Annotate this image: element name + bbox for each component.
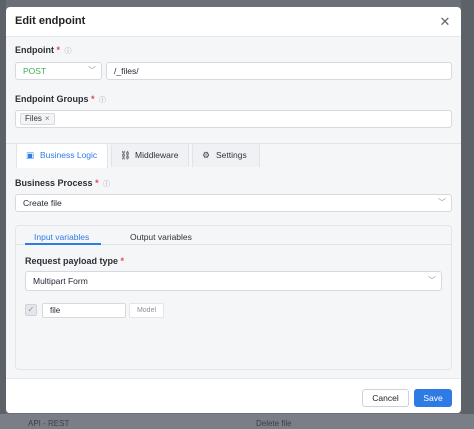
backdrop-list-row: API - REST Delete file: [0, 414, 474, 429]
method-value: POST: [23, 66, 47, 76]
payload-type-value: Multipart Form: [33, 276, 88, 286]
modal-footer: Cancel Save: [6, 378, 461, 413]
tab-label: Middleware: [135, 150, 179, 160]
subtab-input-variables[interactable]: Input variables: [34, 232, 89, 242]
subtab-active-indicator: [25, 243, 101, 245]
link-icon: ⛓: [120, 150, 131, 160]
cancel-button[interactable]: Cancel: [362, 389, 409, 407]
required-marker: *: [56, 45, 61, 55]
play-square-icon: ▣: [25, 150, 35, 160]
model-button[interactable]: Model: [129, 303, 164, 318]
help-icon: ⓘ: [103, 181, 111, 188]
gear-icon: ⚙: [202, 150, 210, 160]
tab-settings[interactable]: ⚙ Settings: [192, 143, 260, 167]
tab-business-logic[interactable]: ▣ Business Logic: [16, 143, 108, 168]
payload-type-label: Request payload type *: [25, 256, 124, 266]
help-icon: ⓘ: [99, 97, 107, 104]
tab-label: Business Logic: [40, 150, 98, 160]
required-marker: *: [95, 178, 99, 188]
backdrop-api-label: API - REST: [28, 419, 70, 428]
endpoint-groups-label: Endpoint Groups * ⓘ: [15, 94, 106, 105]
variable-checkbox[interactable]: ✓: [25, 304, 37, 316]
variables-card: [15, 225, 452, 370]
edit-endpoint-modal: Edit endpoint ✕ Endpoint * ⓘ POST ﹀ /_fi…: [6, 7, 461, 413]
endpoint-label-text: Endpoint: [15, 45, 54, 55]
backdrop-right: [461, 0, 474, 429]
business-process-label: Business Process * ⓘ: [15, 178, 110, 189]
variable-name-input[interactable]: file: [42, 303, 126, 318]
tab-middleware[interactable]: ⛓ Middleware: [111, 143, 189, 167]
chevron-down-icon: ﹀: [438, 198, 446, 207]
required-marker: *: [120, 256, 125, 266]
payload-type-label-text: Request payload type: [25, 256, 119, 266]
method-select[interactable]: POST ﹀: [15, 62, 102, 80]
subtab-output-variables[interactable]: Output variables: [130, 232, 192, 242]
endpoint-groups-label-text: Endpoint Groups: [15, 94, 89, 104]
business-process-select[interactable]: Create file ﹀: [15, 194, 452, 212]
chevron-down-icon: ﹀: [428, 276, 436, 285]
variable-name-value: file: [50, 306, 61, 315]
modal-header: Edit endpoint ✕: [6, 7, 461, 37]
endpoint-path-input[interactable]: /_files/: [106, 62, 452, 80]
save-button[interactable]: Save: [414, 389, 452, 407]
modal-title: Edit endpoint: [15, 15, 86, 27]
endpoint-path-value: /_files/: [114, 66, 139, 76]
endpoint-label: Endpoint * ⓘ: [15, 45, 72, 56]
close-icon[interactable]: ✕: [438, 15, 452, 29]
payload-type-select[interactable]: Multipart Form ﹀: [25, 271, 442, 291]
required-marker: *: [91, 94, 95, 104]
help-icon: ⓘ: [64, 48, 72, 55]
business-process-value: Create file: [23, 198, 62, 208]
chevron-down-icon: ﹀: [88, 66, 96, 75]
tab-bar: [6, 120, 461, 144]
tab-label: Settings: [216, 150, 247, 160]
business-process-label-text: Business Process: [15, 178, 93, 188]
backdrop-process-label: Delete file: [256, 419, 292, 428]
check-icon: ✓: [27, 305, 35, 314]
